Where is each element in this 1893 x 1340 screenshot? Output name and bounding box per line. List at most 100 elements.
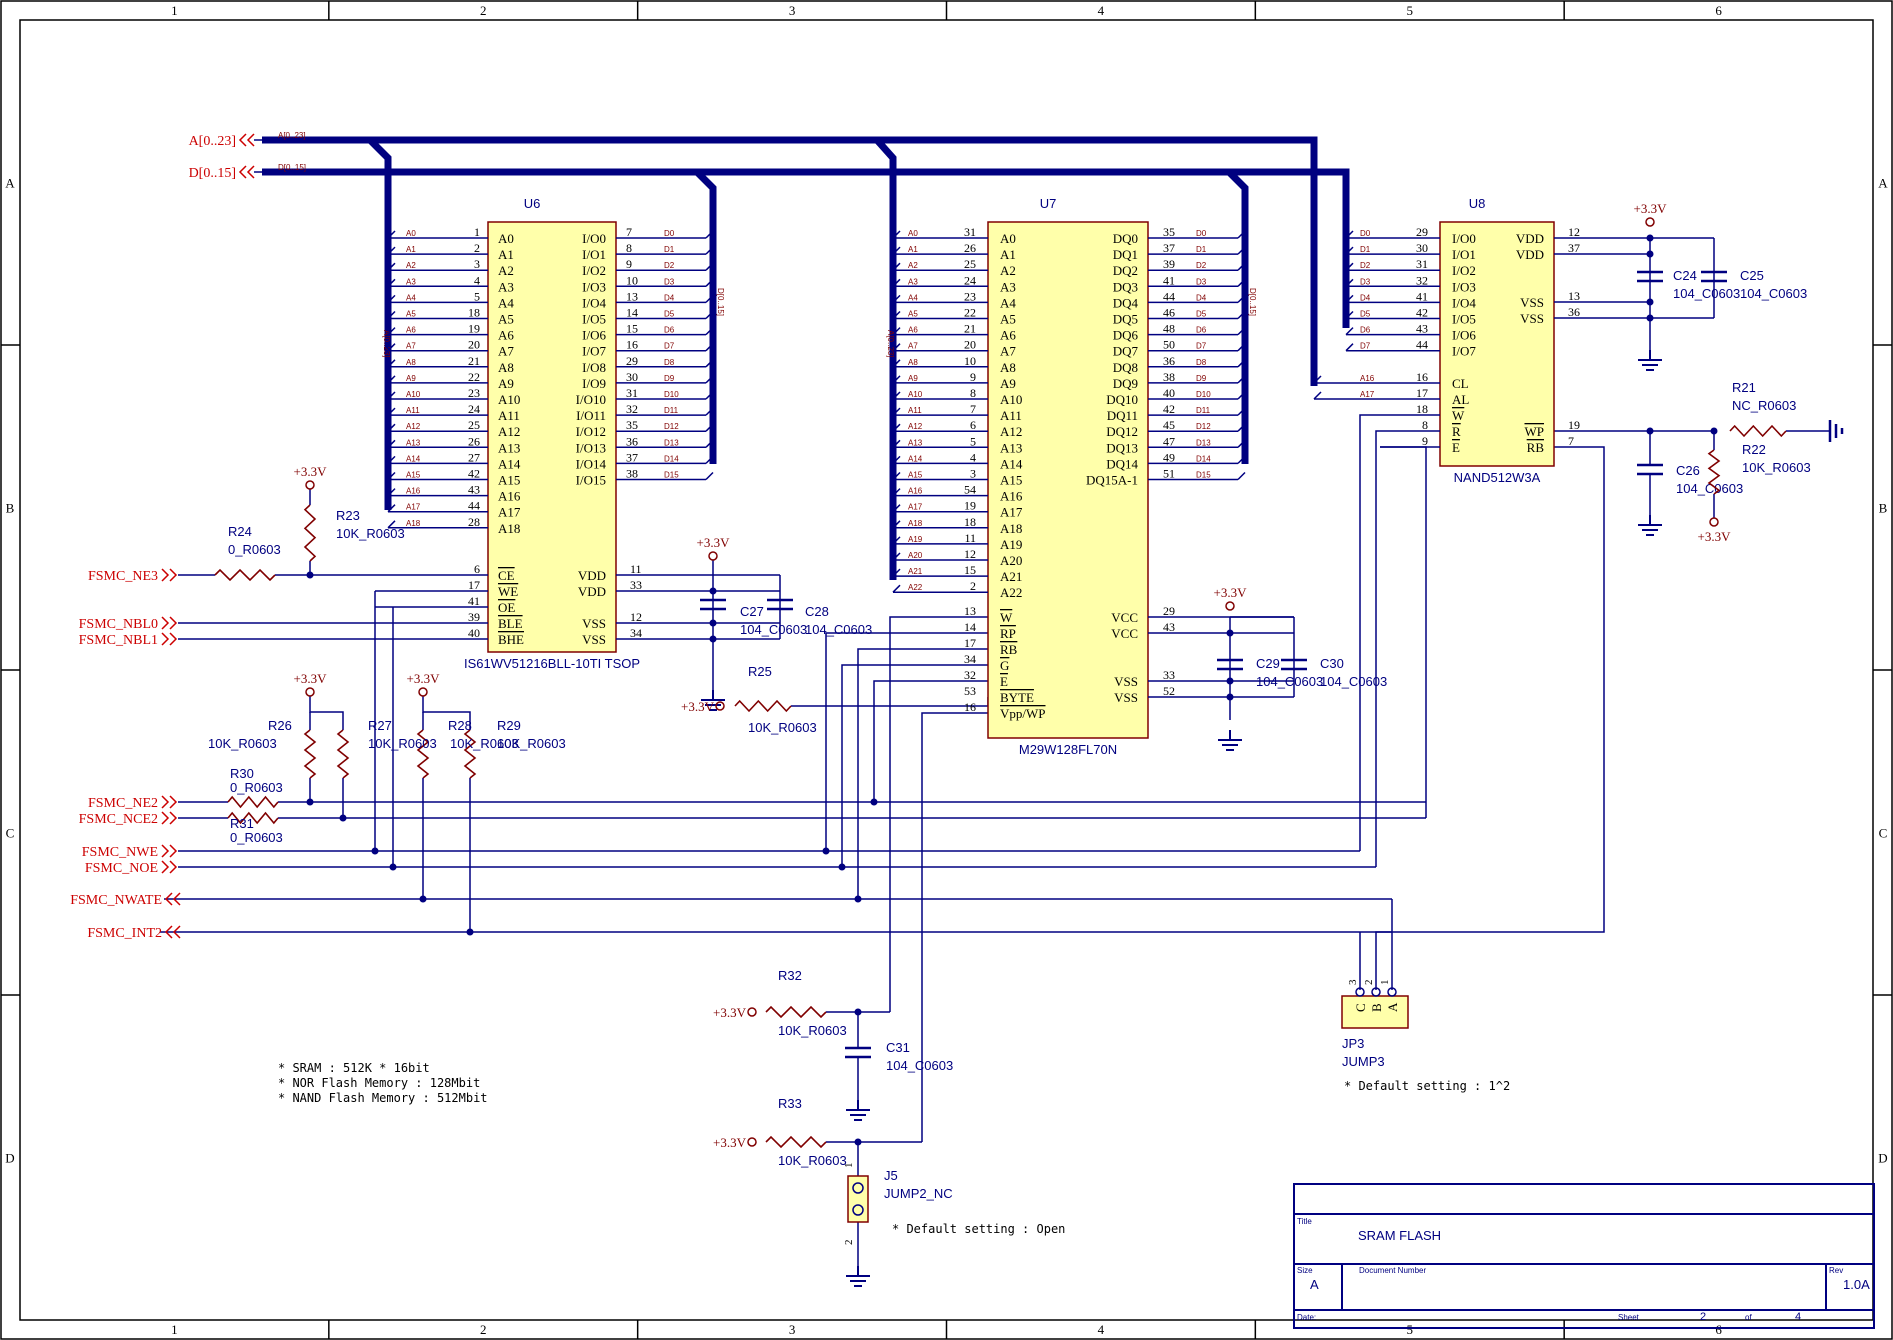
net-label: D14 [664,454,679,463]
net-label: A21 [908,567,923,576]
pin-name: W [1000,610,1013,625]
bus-tag: A[0..23] [886,330,895,358]
pin-name: A18 [498,521,520,536]
note-jp3-default: * Default setting : 1^2 [1344,1079,1510,1093]
pin-name: I/O7 [582,344,606,359]
pin-number: 39 [468,610,480,624]
pin-name: DQ11 [1107,408,1138,423]
wire [309,696,344,730]
port-arrow [161,616,170,630]
pin-number: 13 [1568,289,1580,303]
net-label: A1 [406,245,416,254]
u6-sram-chip: U6IS61WV51216BLL-10TI TSOPA0 1 A0A1 2 A1A2 3 A… [375,196,725,671]
net-label: D14 [1196,454,1211,463]
note-j5-default: * Default setting : Open [892,1222,1065,1236]
pin-name: VSS [1114,690,1138,705]
net-label: A11 [406,406,420,415]
component-value: 0_R0603 [230,830,283,845]
pin-number: 13 [964,604,976,618]
supply-symbol [305,687,315,697]
supply-symbol [708,551,718,561]
pin-name: I/O9 [582,376,606,391]
resistor-body [734,699,792,713]
bus-entry [1313,391,1322,400]
pin-number: 38 [1163,370,1175,384]
sheet-total: 4 [1795,1311,1801,1323]
pin-name: I/O2 [582,263,606,278]
bus-entry [1345,343,1354,352]
supply-label: +3.3V [1698,529,1732,544]
net-label: A22 [908,583,923,592]
pin-number: 14 [626,306,638,320]
resistor-body [1729,424,1787,438]
pin-number: 35 [626,418,638,432]
jumper-pin-number: 2 [1363,980,1375,986]
pin-number: 12 [964,547,976,561]
pin-name: W [1452,408,1465,423]
jumper-pin-number: 1 [1379,980,1391,986]
pin-name: A7 [1000,344,1016,359]
note-memory-0: * SRAM : 512K * 16bit [278,1061,430,1075]
net-label: D1 [1360,245,1371,254]
pin-name: CL [1452,376,1469,391]
component-value: 0_R0603 [230,780,283,795]
pin-name: BLE [498,616,523,631]
pin-name: I/O3 [582,279,606,294]
pin-name: VSS [1520,295,1544,310]
pin-name: A6 [498,328,514,343]
pin-name: I/O6 [582,328,606,343]
component-refdes: R27 [368,718,392,733]
pin-name: RB [1527,440,1545,455]
pin-number: 8 [1422,418,1428,432]
pin-number: 47 [1163,434,1175,448]
wire [160,446,1605,933]
net-label: A4 [908,293,918,302]
pin-number: 44 [468,499,480,513]
component-value: 104_C0603 [1256,674,1323,689]
net-label: D7 [1360,342,1371,351]
pin-name: Vpp/WP [1000,706,1046,721]
component-value: 10K_R0603 [208,736,277,751]
port-arrow [161,632,170,646]
pin-name: I/O6 [1452,328,1476,343]
bus-tag: D[0..15] [1248,288,1257,316]
pin-number: 53 [964,684,976,698]
bus-net-label: A[0..23] [278,131,306,140]
pin-name: I/O1 [582,247,606,262]
bus-entry [892,584,901,593]
pin-name: VDD [578,584,606,599]
pin-name: A19 [1000,537,1022,552]
net-label: A4 [406,293,416,302]
supply-symbol [747,1007,757,1017]
pin-number: 2 [474,241,480,255]
pin-number: 44 [1416,338,1428,352]
pin-name: VDD [578,568,606,583]
pin-name: A1 [498,247,514,262]
pin-name: A5 [498,312,514,327]
junction-dot [466,928,474,936]
pin-number: 22 [468,370,480,384]
pin-number: 9 [1422,434,1428,448]
supply-label: +3.3V [407,671,441,686]
port-arrow [161,844,170,858]
sheet-label: Sheet [1618,1313,1640,1322]
net-label: A7 [908,342,918,351]
column-marker: 5 [1407,3,1414,18]
pin-name: A22 [1000,585,1022,600]
pin-name: I/O0 [1452,231,1476,246]
pin-number: 11 [630,562,642,576]
pin-name: I/O11 [576,408,606,423]
net-label: A12 [908,422,923,431]
pin-number: 31 [626,386,638,400]
supply-label: +3.3V [1214,585,1248,600]
pin-name: E [1452,440,1460,455]
port-arrow [161,795,170,809]
net-label: A6 [908,326,918,335]
supply-symbol [305,480,315,490]
bus-net-label: D[0..15] [278,163,306,172]
row-marker: A [5,176,15,191]
chip-refdes: U8 [1469,196,1486,211]
supply-label: +3.3V [294,464,328,479]
component-refdes: R30 [230,766,254,781]
junction-dot [870,798,878,806]
